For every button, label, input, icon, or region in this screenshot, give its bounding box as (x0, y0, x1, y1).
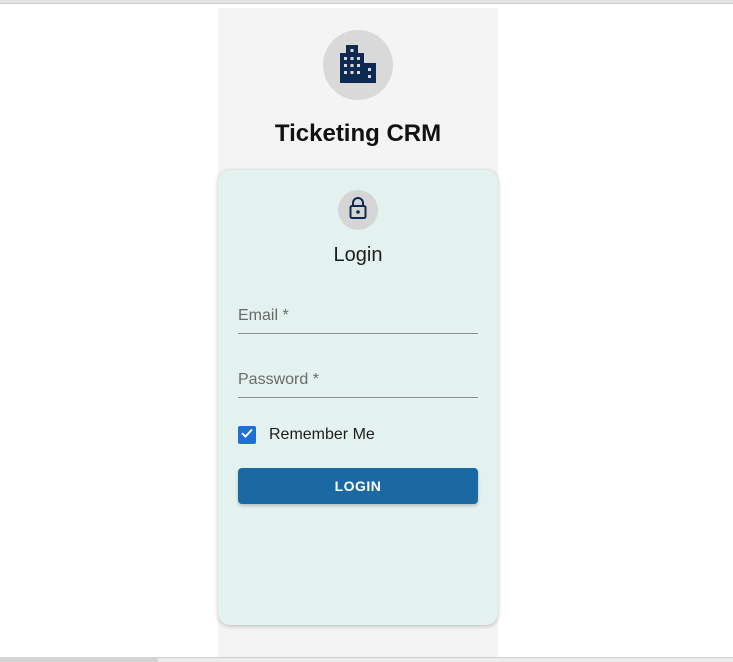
browser-frame-divider (0, 3, 733, 4)
email-input[interactable] (238, 301, 478, 331)
browser-scrollbar[interactable] (0, 657, 158, 662)
lock-avatar (338, 190, 378, 230)
email-field (238, 301, 478, 334)
password-field (238, 365, 478, 398)
login-card: Login Remember Me LOGIN (218, 170, 498, 625)
login-button[interactable]: LOGIN (238, 468, 478, 504)
password-input[interactable] (238, 365, 478, 395)
app-logo (323, 30, 393, 100)
remember-me-label: Remember Me (269, 426, 375, 443)
building-icon (336, 41, 380, 90)
login-title: Login (333, 244, 383, 266)
check-icon (240, 426, 254, 445)
lock-icon (348, 196, 368, 224)
remember-me-checkbox[interactable] (238, 426, 256, 444)
remember-me-control[interactable]: Remember Me (238, 425, 375, 445)
app-title: Ticketing CRM (274, 120, 442, 147)
